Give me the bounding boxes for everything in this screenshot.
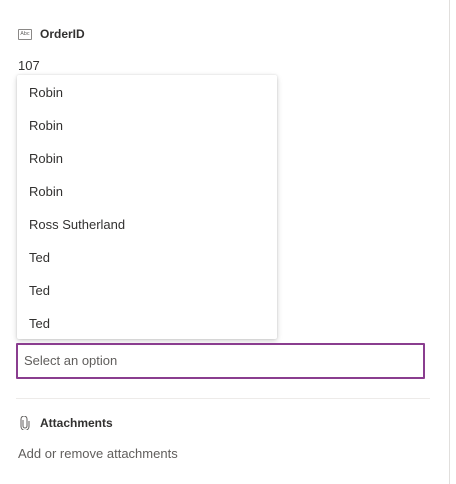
section-divider bbox=[16, 398, 430, 399]
dropdown-option[interactable]: Robin bbox=[17, 76, 277, 109]
orderid-label-row: Abc OrderID bbox=[18, 27, 85, 41]
dropdown-options-list: Robin Robin Robin Robin Ross Sutherland … bbox=[17, 75, 277, 339]
dropdown-option[interactable]: Robin bbox=[17, 175, 277, 208]
form-panel: Abc OrderID 107 Robin Robin Robin Robin … bbox=[0, 0, 456, 484]
attachments-label: Attachments bbox=[40, 416, 113, 430]
panel-border bbox=[449, 0, 450, 484]
dropdown-option[interactable]: Robin bbox=[17, 109, 277, 142]
dropdown-option[interactable]: Ross Sutherland bbox=[17, 208, 277, 241]
dropdown-option[interactable]: Ted bbox=[17, 274, 277, 307]
orderid-value: 107 bbox=[18, 58, 40, 73]
attachments-label-row: Attachments bbox=[20, 415, 113, 431]
text-abc-icon: Abc bbox=[18, 28, 32, 40]
paperclip-icon bbox=[20, 415, 30, 431]
orderid-label: OrderID bbox=[40, 27, 85, 41]
select-option-dropdown[interactable]: Select an option bbox=[16, 343, 425, 379]
select-placeholder: Select an option bbox=[24, 353, 118, 368]
dropdown-option[interactable]: Ted bbox=[17, 307, 277, 340]
dropdown-option[interactable]: Robin bbox=[17, 142, 277, 175]
dropdown-option[interactable]: Ted bbox=[17, 241, 277, 274]
add-remove-attachments-link[interactable]: Add or remove attachments bbox=[18, 446, 178, 461]
